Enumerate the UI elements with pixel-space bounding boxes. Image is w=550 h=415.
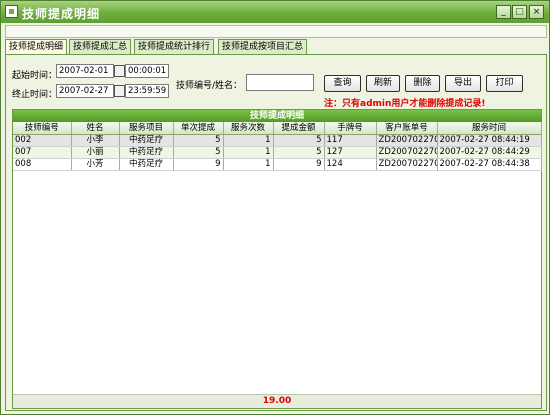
table-row[interactable]: 007 小丽 中药足疗 5 1 5 127 ZD2007022700 2007-… — [13, 146, 542, 159]
print-button[interactable]: 打印 — [486, 75, 523, 92]
app-icon — [5, 5, 18, 18]
start-time-field[interactable]: 00:00:01 — [125, 64, 169, 78]
column-header[interactable]: 单次提成 — [173, 122, 224, 135]
cell-bill-no: ZD2007022700 — [376, 134, 438, 147]
cell-amount: 5 — [273, 134, 325, 147]
cell-tag-no: 127 — [324, 146, 377, 159]
main-window: 技师提成明细 _ □ × 技师提成明细 技师提成汇总 技师提成统计排行 技师提成… — [0, 0, 550, 415]
start-time-label: 起始时间： — [12, 71, 58, 81]
column-header[interactable]: 技师编号 — [13, 122, 72, 135]
table-row[interactable]: 002 小李 中药足疗 5 1 5 117 ZD2007022700 2007-… — [13, 134, 542, 147]
column-header[interactable]: 服务项目 — [119, 122, 174, 135]
maximize-icon[interactable]: □ — [512, 5, 527, 19]
start-date-picker-icon[interactable] — [114, 65, 125, 77]
window-title: 技师提成明细 — [22, 7, 101, 21]
cell-name: 小丽 — [71, 146, 120, 159]
cell-service: 中药足疗 — [119, 158, 174, 171]
column-header[interactable]: 服务时间 — [437, 122, 542, 135]
query-button[interactable]: 查询 — [324, 75, 361, 92]
admin-notice: 注：只有admin用户才能删除提成记录! — [324, 99, 486, 109]
tab-commission-detail[interactable]: 技师提成明细 — [5, 39, 68, 55]
commission-table: 技师编号 姓名 服务项目 单次提成 服务次数 提成金额 手牌号 客户账单号 服务… — [13, 122, 542, 171]
cell-name: 小芳 — [71, 158, 120, 171]
column-header[interactable]: 客户账单号 — [376, 122, 438, 135]
commission-grid: 技师提成明细 技师编号 姓名 服务项目 单次提成 服务次数 提成金额 手牌号 客… — [12, 109, 542, 409]
cell-amount: 9 — [273, 158, 325, 171]
tab-commission-by-item[interactable]: 技师提成按项目汇总 — [218, 39, 308, 54]
content-panel: 起始时间： 2007-02-01 00:00:01 终止时间： 2007-02-… — [5, 54, 547, 411]
toolbar-strip — [5, 25, 547, 38]
cell-unit-commission: 5 — [173, 146, 224, 159]
close-icon[interactable]: × — [529, 5, 544, 19]
table-row[interactable]: 008 小芳 中药足疗 9 1 9 124 ZD2007022700 2007-… — [13, 158, 542, 171]
end-time-field[interactable]: 23:59:59 — [125, 84, 169, 98]
cell-tech-id: 002 — [13, 134, 72, 147]
export-button[interactable]: 导出 — [445, 75, 481, 92]
title-bar: 技师提成明细 _ □ × — [1, 1, 549, 23]
header-row: 技师编号 姓名 服务项目 单次提成 服务次数 提成金额 手牌号 客户账单号 服务… — [13, 122, 542, 135]
cell-amount: 5 — [273, 146, 325, 159]
cell-tech-id: 007 — [13, 146, 72, 159]
cell-count: 1 — [223, 134, 274, 147]
refresh-button[interactable]: 刷新 — [366, 75, 400, 92]
cell-service: 中药足疗 — [119, 134, 174, 147]
cell-bill-no: ZD2007022700 — [376, 158, 438, 171]
grid-title: 技师提成明细 — [13, 110, 541, 122]
cell-count: 1 — [223, 146, 274, 159]
tab-commission-summary[interactable]: 技师提成汇总 — [69, 39, 132, 54]
column-header[interactable]: 服务次数 — [223, 122, 274, 135]
cell-bill-no: ZD2007022700 — [376, 146, 438, 159]
technician-input[interactable] — [246, 74, 314, 91]
cell-count: 1 — [223, 158, 274, 171]
cell-tag-no: 117 — [324, 134, 377, 147]
cell-unit-commission: 5 — [173, 134, 224, 147]
technician-label: 技师编号/姓名： — [176, 81, 243, 91]
cell-tech-id: 008 — [13, 158, 72, 171]
end-time-label: 终止时间： — [12, 90, 58, 100]
column-header[interactable]: 手牌号 — [324, 122, 377, 135]
start-date-field[interactable]: 2007-02-01 — [56, 64, 114, 78]
cell-service-time: 2007-02-27 08:44:19 — [437, 134, 542, 147]
column-header[interactable]: 提成金额 — [273, 122, 325, 135]
minimize-icon[interactable]: _ — [496, 5, 511, 19]
cell-service-time: 2007-02-27 08:44:29 — [437, 146, 542, 159]
delete-button[interactable]: 删除 — [405, 75, 440, 92]
cell-service: 中药足疗 — [119, 146, 174, 159]
cell-service-time: 2007-02-27 08:44:38 — [437, 158, 542, 171]
tab-commission-ranking[interactable]: 技师提成统计排行 — [134, 39, 215, 54]
cell-name: 小李 — [71, 134, 120, 147]
column-header[interactable]: 姓名 — [71, 122, 120, 135]
total-amount: 19.00 — [13, 394, 541, 408]
cell-unit-commission: 9 — [173, 158, 224, 171]
end-date-field[interactable]: 2007-02-27 — [56, 84, 114, 98]
cell-tag-no: 124 — [324, 158, 377, 171]
end-date-picker-icon[interactable] — [114, 85, 125, 97]
